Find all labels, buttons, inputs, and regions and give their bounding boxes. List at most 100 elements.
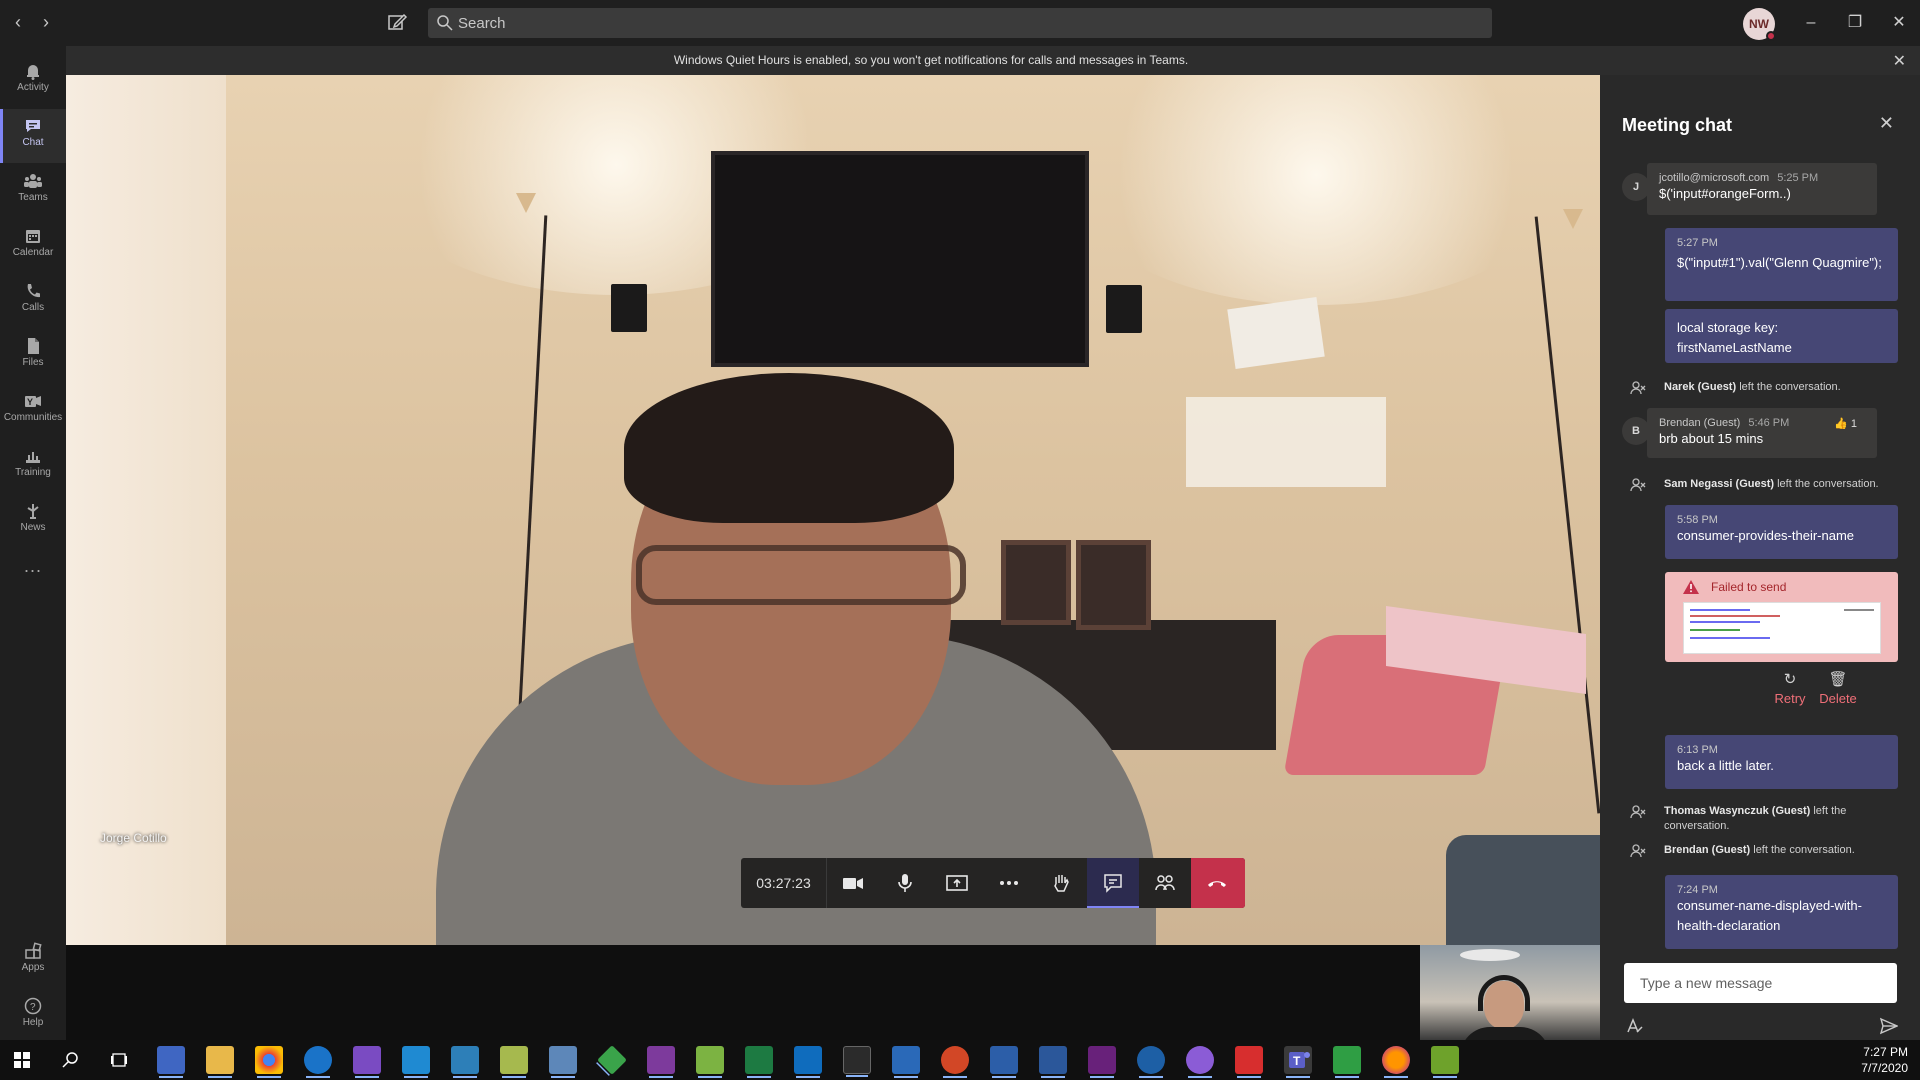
rail-item-activity[interactable]: Activity	[0, 54, 66, 108]
lamp-head	[516, 193, 536, 213]
firefox-icon[interactable]	[1382, 1046, 1410, 1078]
hang-up-button[interactable]	[1191, 858, 1245, 908]
svg-text:T: T	[1293, 1054, 1301, 1068]
internet-explorer-icon[interactable]	[304, 1046, 332, 1078]
taskbar-app-icon[interactable]	[500, 1046, 528, 1078]
system-event: Narek (Guest) left the conversation.	[1630, 380, 1900, 395]
rail-item-communities[interactable]: Y Communities	[0, 384, 66, 438]
word-icon[interactable]	[1039, 1046, 1067, 1078]
restore-icon[interactable]: ❐	[1842, 10, 1868, 36]
minimize-icon[interactable]: –	[1798, 10, 1824, 36]
image-attachment-thumbnail[interactable]	[1683, 602, 1881, 654]
bell-icon	[27, 65, 39, 80]
visual-studio-icon[interactable]	[1088, 1046, 1116, 1078]
onenote-icon[interactable]	[647, 1046, 675, 1078]
taskbar-app-icon[interactable]	[1431, 1046, 1459, 1078]
taskbar-app-icon[interactable]	[1137, 1046, 1165, 1078]
photo-frame	[1076, 540, 1151, 630]
calendar-icon	[26, 230, 40, 243]
reaction-count: 1	[1850, 418, 1857, 430]
rail-item-teams[interactable]: Teams	[0, 164, 66, 218]
my-chat-message: 6:13 PM back a little later.	[1665, 735, 1898, 789]
more-apps-icon[interactable]: ...	[0, 556, 66, 586]
microphone-button[interactable]	[879, 858, 931, 908]
taskbar-app-icon[interactable]	[549, 1046, 577, 1078]
delete-button[interactable]: 🗑 Delete	[1815, 670, 1861, 706]
like-reaction[interactable]: 👍 1	[1834, 417, 1857, 430]
trash-icon: 🗑	[1828, 671, 1848, 688]
rail-item-news[interactable]: News	[0, 494, 66, 548]
camera-button[interactable]	[827, 858, 879, 908]
video-camera-icon	[843, 878, 863, 889]
message-sender: Brendan (Guest)	[1659, 417, 1741, 429]
taskbar-app-icon[interactable]	[157, 1046, 185, 1078]
rail-item-chat[interactable]: Chat	[0, 109, 66, 163]
search-placeholder: Search	[458, 15, 506, 32]
sender-avatar[interactable]: J	[1622, 173, 1650, 201]
rail-item-apps[interactable]: Apps	[0, 934, 66, 988]
visio-icon[interactable]	[990, 1046, 1018, 1078]
outlook-icon[interactable]	[794, 1046, 822, 1078]
tv	[711, 151, 1089, 367]
message-time: 7:24 PM	[1677, 884, 1718, 896]
message-compose-box[interactable]: Type a new message	[1624, 963, 1897, 1003]
share-screen-button[interactable]	[931, 858, 983, 908]
taskbar-app-icon[interactable]	[1333, 1046, 1361, 1078]
task-view-icon[interactable]	[110, 1051, 128, 1069]
taskbar-app-icon[interactable]	[597, 1045, 627, 1075]
person-left-icon	[1630, 381, 1646, 395]
format-text-icon[interactable]	[1626, 1017, 1644, 1035]
taskbar-app-icon[interactable]	[451, 1046, 479, 1078]
rail-item-help[interactable]: ? Help	[0, 989, 66, 1043]
powerpoint-icon[interactable]	[941, 1046, 969, 1078]
chrome-icon[interactable]	[255, 1046, 283, 1078]
send-icon[interactable]	[1880, 1017, 1898, 1035]
message-text: consumer-name-displayed-with-health-decl…	[1677, 898, 1862, 933]
photo-frame	[1001, 540, 1071, 625]
more-actions-button[interactable]	[983, 858, 1035, 908]
excel-icon[interactable]	[745, 1046, 773, 1078]
back-arrow-icon[interactable]: ‹	[8, 12, 28, 32]
powershell-icon[interactable]	[892, 1046, 920, 1078]
apps-icon	[25, 942, 42, 959]
failed-message: Failed to send	[1665, 572, 1898, 662]
ottoman	[1446, 835, 1600, 945]
chat-panel-title: Meeting chat	[1622, 115, 1733, 135]
self-video-preview[interactable]	[1420, 945, 1600, 1040]
taskbar-app-icon[interactable]	[696, 1046, 724, 1078]
forward-arrow-icon[interactable]: ›	[36, 12, 56, 32]
terminal-icon[interactable]	[843, 1046, 871, 1077]
teams-taskbar-icon[interactable]: T	[1284, 1046, 1312, 1078]
vscode-icon[interactable]	[402, 1046, 430, 1078]
svg-text:?: ?	[30, 1002, 36, 1013]
close-chat-icon[interactable]: ✕	[1879, 113, 1894, 134]
message-time: 5:46 PM	[1748, 417, 1790, 429]
ceiling-fan	[1460, 949, 1520, 961]
show-participants-button[interactable]	[1139, 858, 1191, 908]
system-clock[interactable]: 7:27 PM 7/7/2020	[1861, 1044, 1908, 1076]
retry-button[interactable]: ↻ Retry	[1770, 670, 1810, 706]
dismiss-banner-icon[interactable]: ✕	[1893, 51, 1906, 71]
search-box[interactable]: Search	[428, 8, 1492, 38]
new-chat-compose-icon[interactable]	[386, 11, 410, 35]
raise-hand-button[interactable]	[1035, 858, 1087, 908]
file-explorer-icon[interactable]	[206, 1046, 234, 1078]
acrobat-icon[interactable]	[1235, 1046, 1263, 1078]
sender-avatar[interactable]: B	[1622, 417, 1650, 445]
close-window-icon[interactable]: ✕	[1886, 10, 1912, 36]
windows-start-icon[interactable]	[14, 1052, 30, 1068]
user-avatar[interactable]: NW	[1743, 8, 1776, 41]
show-conversation-button[interactable]	[1087, 858, 1139, 908]
rail-item-calls[interactable]: Calls	[0, 274, 66, 328]
file-icon	[28, 338, 39, 354]
my-chat-message: 5:58 PM consumer-provides-their-name	[1665, 505, 1898, 559]
taskbar-app-icon[interactable]	[1186, 1046, 1214, 1078]
rail-item-training[interactable]: Training	[0, 439, 66, 493]
visual-studio-icon[interactable]	[353, 1046, 381, 1078]
rail-item-calendar[interactable]: Calendar	[0, 219, 66, 273]
taskbar-search-icon[interactable]	[62, 1051, 80, 1069]
rail-item-files[interactable]: Files	[0, 329, 66, 383]
wall-poster	[1227, 297, 1325, 369]
call-timer: 03:27:23	[741, 858, 827, 908]
message-time: 5:58 PM	[1677, 514, 1718, 526]
